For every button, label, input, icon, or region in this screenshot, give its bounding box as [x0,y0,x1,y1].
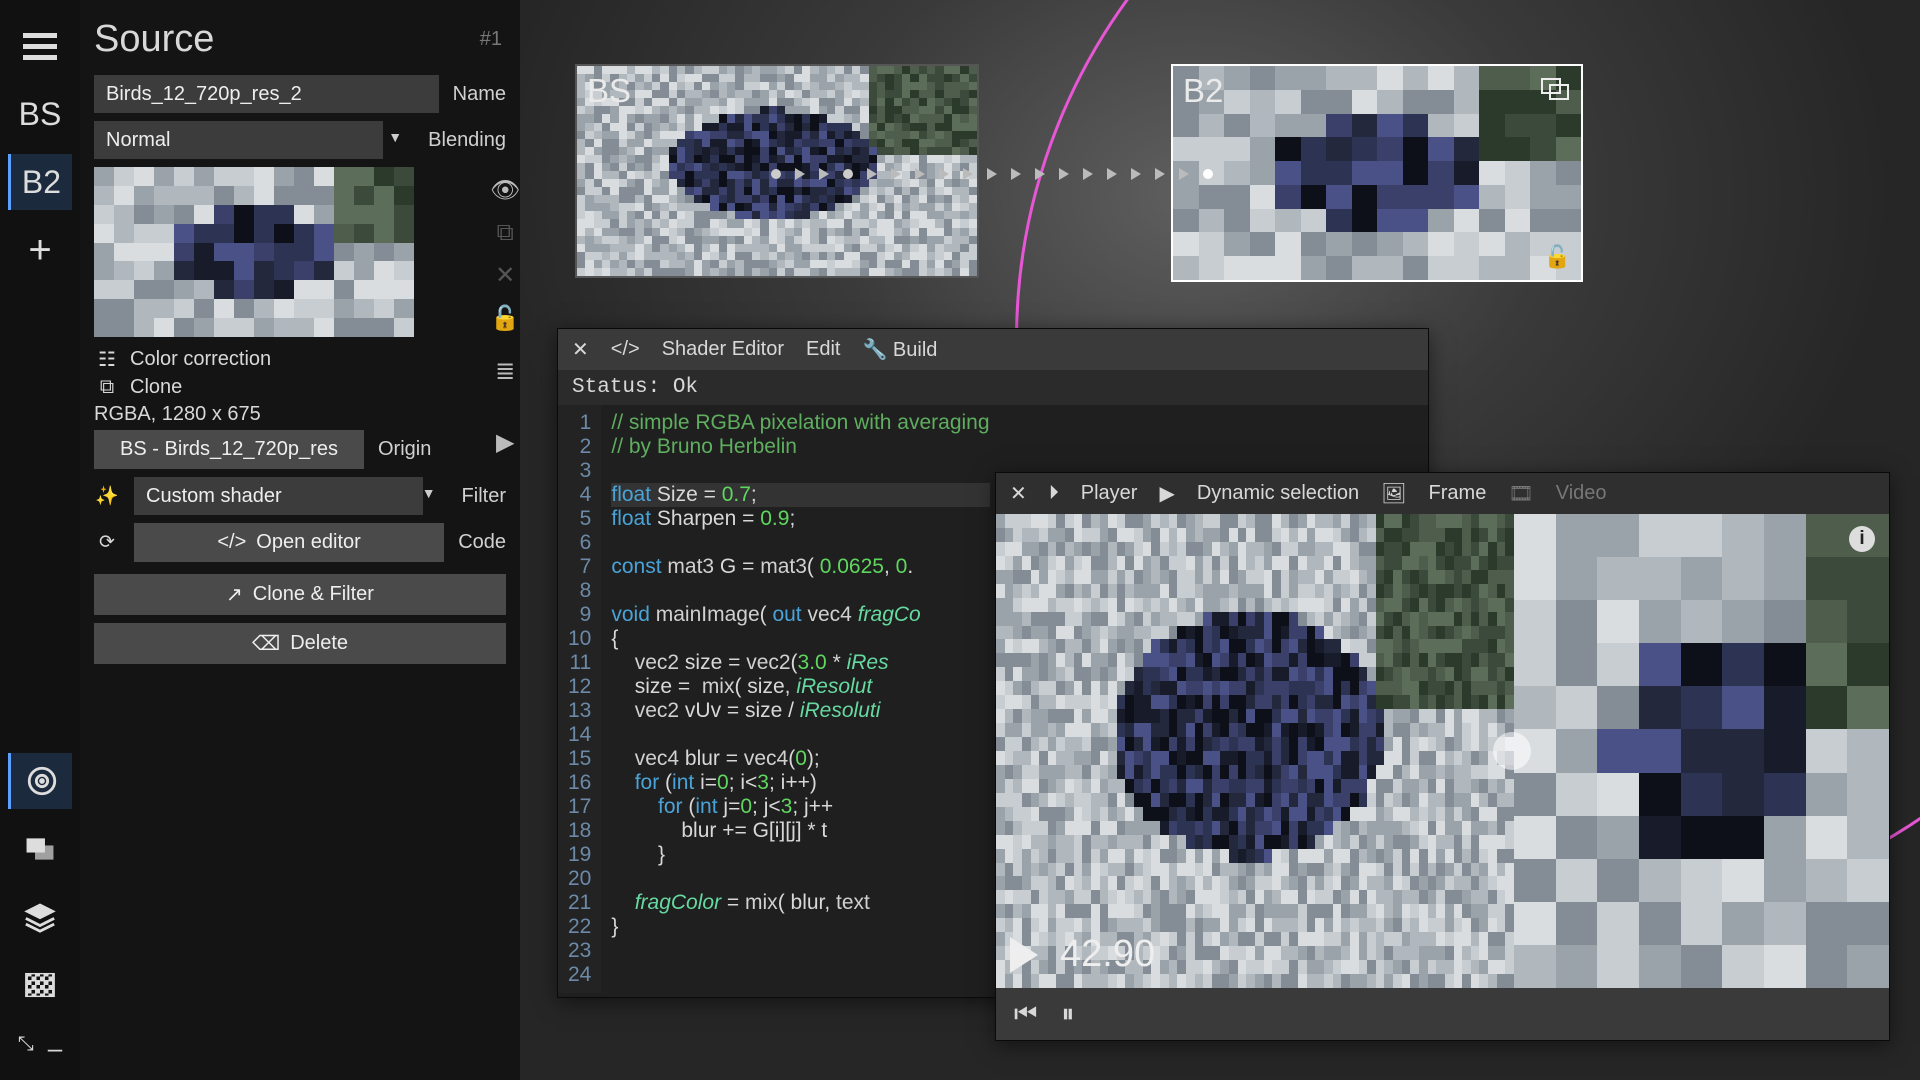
texture-mode-button[interactable] [8,957,72,1013]
close-icon[interactable]: ✕ [572,337,589,362]
wand-icon: ✨ [94,484,120,508]
play-icon: ▶ [1159,481,1174,506]
code-icon: </> [217,531,246,554]
play-circle-icon: ⏵ [1049,482,1059,505]
clone-filter-button[interactable]: ↗Clone & Filter [94,574,506,615]
format-text: RGBA, 1280 x 675 [94,403,261,426]
code-label: Code [458,531,506,554]
shader-editor-title: Shader Editor [662,338,784,361]
info-icon[interactable]: i [1849,526,1875,552]
source-panel: Source #1 Name Blending 👁 ⧉ ✕ 🔓 ≣ ▶ ☷ Col… [80,0,520,1080]
left-dock: BS B2 + ⤡ – [0,0,80,1080]
code-icon: </> [611,338,640,361]
layers-mode-button[interactable] [8,889,72,945]
player-tab[interactable]: Player [1081,482,1138,505]
stack-icon[interactable] [1541,78,1571,108]
pause-button[interactable]: ⏸ [1061,998,1074,1030]
build-button[interactable]: 🔧 Build [862,337,937,362]
panel-title: Source [94,18,506,61]
skip-start-button[interactable]: ⏮ [1014,998,1037,1030]
menu-button[interactable] [8,18,72,74]
frame-tab[interactable]: Frame [1429,482,1487,505]
color-correction-label[interactable]: Color correction [130,348,271,371]
film-icon: 🎞 [1508,481,1533,506]
mixing-mode-button[interactable] [8,753,72,809]
node-b2[interactable]: B2 🔓 [1171,64,1583,282]
source-b2-tab[interactable]: B2 [8,154,72,210]
node-lock-icon[interactable]: 🔓 [1544,244,1571,270]
open-editor-button[interactable]: </>Open editor [134,523,444,562]
video-tab: Video [1556,482,1607,505]
dynamic-selection-tab[interactable]: Dynamic selection [1197,482,1359,505]
origin-button[interactable]: BS - Birds_12_720p_res [94,430,364,469]
origin-label: Origin [378,438,431,461]
clone-icon: ⧉ [94,376,120,399]
share-icon: ↗ [226,582,243,607]
delete-button[interactable]: ⌫Delete [94,623,506,664]
add-source-button[interactable]: + [8,222,72,278]
backspace-icon: ⌫ [252,631,280,656]
player-window: ✕ ⏵ Player ▶ Dynamic selection 🖼 Frame 🎞 Vid… [995,472,1890,1041]
collapse-icon[interactable]: ⤡ [18,1033,34,1064]
node-b2-label: B2 [1183,72,1223,110]
blending-label: Blending [428,129,506,152]
player-timecode: 42.90 [1060,933,1155,976]
name-label: Name [453,83,506,106]
list-icon[interactable]: ≣ [495,357,515,386]
sliders-icon: ☷ [94,347,120,372]
node-bs-label: BS [587,72,631,110]
filter-select[interactable] [134,477,423,515]
source-thumbnail [94,167,414,337]
minimize-icon[interactable]: – [48,1033,62,1064]
source-bs-tab[interactable]: BS [8,86,72,142]
refresh-icon[interactable]: ⟳ [94,531,120,554]
lock-icon[interactable]: 🔓 [490,304,520,333]
source-index: #1 [480,28,502,51]
blending-select[interactable] [94,121,383,159]
edit-menu[interactable]: Edit [806,338,840,361]
clone-label: Clone [130,376,182,399]
visibility-icon[interactable]: 👁 [490,176,520,205]
filter-label: Filter [462,485,506,508]
play-icon [1010,937,1038,973]
image-icon: 🖼 [1381,481,1406,506]
shuffle-icon[interactable]: ✕ [495,261,515,290]
close-icon[interactable]: ✕ [1010,481,1027,506]
split-handle[interactable] [1493,732,1531,770]
geometry-mode-button[interactable] [8,821,72,877]
shader-status: Status: Ok [558,370,1428,405]
player-viewport[interactable]: i 42.90 [996,514,1889,988]
name-input[interactable] [94,75,439,113]
play-icon[interactable]: ▶ [496,428,514,457]
link-icon[interactable]: ⧉ [497,219,514,247]
